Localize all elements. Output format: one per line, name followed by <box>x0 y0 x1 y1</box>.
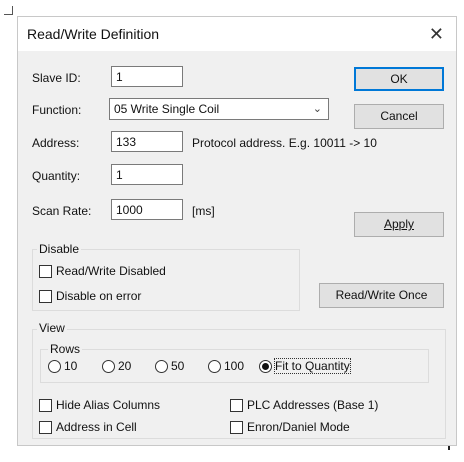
slave-id-input[interactable] <box>111 66 183 87</box>
rows-radio-20-label: 20 <box>118 359 132 373</box>
rows-radio-10-label: 10 <box>64 359 78 373</box>
rows-radio-fit-to-quantity-label: Fit to Quantity <box>274 358 351 374</box>
scan-rate-input[interactable] <box>111 199 183 220</box>
enron-daniel-mode-label: Enron/Daniel Mode <box>247 420 350 434</box>
address-in-cell-checkbox[interactable] <box>39 421 52 434</box>
plc-addresses-checkbox[interactable] <box>230 399 243 412</box>
apply-button-label: Apply <box>383 217 415 231</box>
corner-mark <box>4 6 13 15</box>
rows-radio-50-label: 50 <box>171 359 185 373</box>
rows-group-title: Rows <box>48 342 83 356</box>
rows-radio-20[interactable] <box>102 360 115 373</box>
read-write-disabled-label: Read/Write Disabled <box>56 264 166 278</box>
disable-on-error-label: Disable on error <box>56 289 142 303</box>
read-write-definition-dialog: Read/Write Definition ✕ Slave ID: Functi… <box>17 16 457 446</box>
read-write-once-button[interactable]: Read/Write Once <box>319 283 444 308</box>
rows-radio-10[interactable] <box>48 360 61 373</box>
quantity-input[interactable] <box>111 164 183 185</box>
address-label: Address: <box>32 136 80 150</box>
disable-on-error-checkbox[interactable] <box>39 290 52 303</box>
rows-radio-50[interactable] <box>155 360 168 373</box>
view-group-title: View <box>37 321 67 335</box>
scan-rate-unit: [ms] <box>192 204 215 218</box>
close-icon[interactable]: ✕ <box>429 24 444 45</box>
enron-daniel-mode-checkbox[interactable] <box>230 421 243 434</box>
quantity-label: Quantity: <box>32 169 81 183</box>
function-dropdown[interactable]: 05 Write Single Coil ⌄ <box>109 98 329 120</box>
rows-radio-fit-to-quantity[interactable] <box>259 360 272 373</box>
hide-alias-columns-label: Hide Alias Columns <box>56 398 161 412</box>
address-in-cell-label: Address in Cell <box>56 420 137 434</box>
read-write-once-label: Read/Write Once <box>335 288 428 302</box>
chevron-down-icon: ⌄ <box>312 103 322 115</box>
address-hint: Protocol address. E.g. 10011 -> 10 <box>192 136 377 150</box>
plc-addresses-label: PLC Addresses (Base 1) <box>247 398 379 412</box>
title-bar: Read/Write Definition ✕ <box>18 17 456 51</box>
address-input[interactable] <box>111 131 183 152</box>
function-selected-value: 05 Write Single Coil <box>114 102 220 116</box>
scan-rate-label: Scan Rate: <box>32 204 92 218</box>
apply-button[interactable]: Apply <box>354 212 444 237</box>
cancel-button[interactable]: Cancel <box>354 104 444 129</box>
ok-button[interactable]: OK <box>354 67 444 91</box>
rows-radio-100[interactable] <box>208 360 221 373</box>
window-title: Read/Write Definition <box>27 26 160 42</box>
slave-id-label: Slave ID: <box>32 71 81 85</box>
hide-alias-columns-checkbox[interactable] <box>39 399 52 412</box>
function-label: Function: <box>32 103 82 117</box>
rows-radio-100-label: 100 <box>224 359 245 373</box>
read-write-disabled-checkbox[interactable] <box>39 265 52 278</box>
disable-group-title: Disable <box>37 242 82 256</box>
